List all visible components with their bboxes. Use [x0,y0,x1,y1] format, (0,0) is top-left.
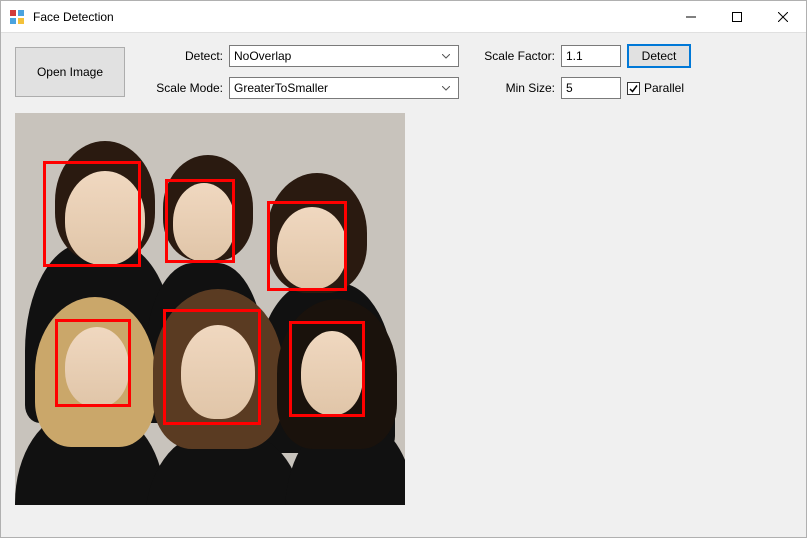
detect-label: Detect: [133,49,223,63]
toolbar: Open Image Detect: NoOverlap Scale Facto… [15,43,792,101]
open-image-label: Open Image [37,65,103,79]
face-detection-rect [55,319,131,407]
chevron-down-icon [438,86,454,91]
chevron-down-icon [438,54,454,59]
app-window: Face Detection Open Image Detect: NoOver… [0,0,807,538]
maximize-button[interactable] [714,1,760,33]
scale-mode-combo[interactable]: GreaterToSmaller [229,77,459,99]
minimize-button[interactable] [668,1,714,33]
client-area: Open Image Detect: NoOverlap Scale Facto… [1,33,806,537]
window-title: Face Detection [33,10,114,24]
detect-button-label: Detect [642,49,677,63]
face-detection-rect [163,309,261,425]
titlebar: Face Detection [1,1,806,33]
scale-factor-value: 1.1 [566,49,583,63]
face-detection-rect [165,179,235,263]
detect-combo-value: NoOverlap [234,49,438,63]
parallel-label: Parallel [644,81,684,95]
detect-button[interactable]: Detect [627,44,691,68]
scale-mode-label: Scale Mode: [133,81,223,95]
min-size-input[interactable]: 5 [561,77,621,99]
parallel-checkbox[interactable] [627,82,640,95]
options-grid: Detect: NoOverlap Scale Factor: 1.1 Dete… [133,43,697,101]
face-detection-rect [267,201,347,291]
min-size-label: Min Size: [465,81,555,95]
detect-combo[interactable]: NoOverlap [229,45,459,67]
scale-factor-label: Scale Factor: [465,49,555,63]
image-preview [15,113,405,505]
app-icon [9,9,25,25]
parallel-checkbox-wrap[interactable]: Parallel [627,81,697,95]
open-image-button[interactable]: Open Image [15,47,125,97]
face-detection-rect [289,321,365,417]
scale-mode-combo-value: GreaterToSmaller [234,81,438,95]
min-size-value: 5 [566,81,573,95]
close-button[interactable] [760,1,806,33]
scale-factor-input[interactable]: 1.1 [561,45,621,67]
face-detection-rect [43,161,141,267]
